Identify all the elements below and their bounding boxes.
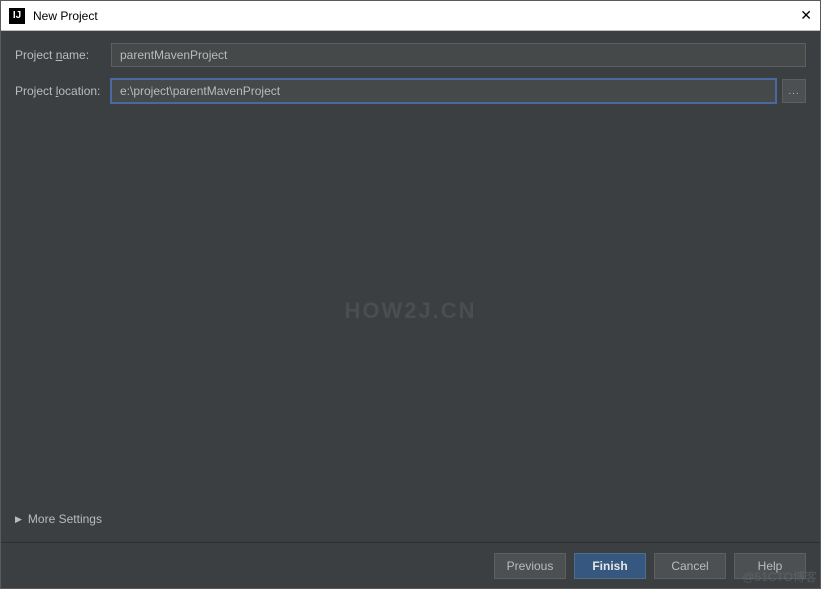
project-name-label: Project name: (15, 48, 111, 62)
dialog-content: Project name: Project location: ... HOW2… (1, 31, 820, 542)
project-name-row: Project name: (15, 43, 806, 67)
content-spacer: HOW2J.CN (15, 115, 806, 506)
more-settings-label: More Settings (28, 512, 102, 526)
browse-button[interactable]: ... (782, 79, 806, 103)
watermark-text: HOW2J.CN (344, 298, 476, 324)
project-location-label: Project location: (15, 84, 111, 98)
cancel-button[interactable]: Cancel (654, 553, 726, 579)
titlebar: IJ New Project ✕ (1, 1, 820, 31)
previous-button[interactable]: Previous (494, 553, 566, 579)
more-settings-toggle[interactable]: ▶ More Settings (15, 506, 806, 536)
project-location-input[interactable] (111, 79, 776, 103)
app-icon: IJ (9, 8, 25, 24)
watermark-credit: @51CTO博客 (742, 568, 817, 585)
dialog-footer: Previous Finish Cancel Help @51CTO博客 (1, 542, 820, 588)
close-icon[interactable]: ✕ (788, 7, 812, 24)
finish-button[interactable]: Finish (574, 553, 646, 579)
window-title: New Project (33, 9, 788, 23)
project-location-row: Project location: ... (15, 79, 806, 103)
new-project-dialog: IJ New Project ✕ Project name: Project l… (0, 0, 821, 589)
project-name-input[interactable] (111, 43, 806, 67)
chevron-right-icon: ▶ (15, 514, 22, 525)
